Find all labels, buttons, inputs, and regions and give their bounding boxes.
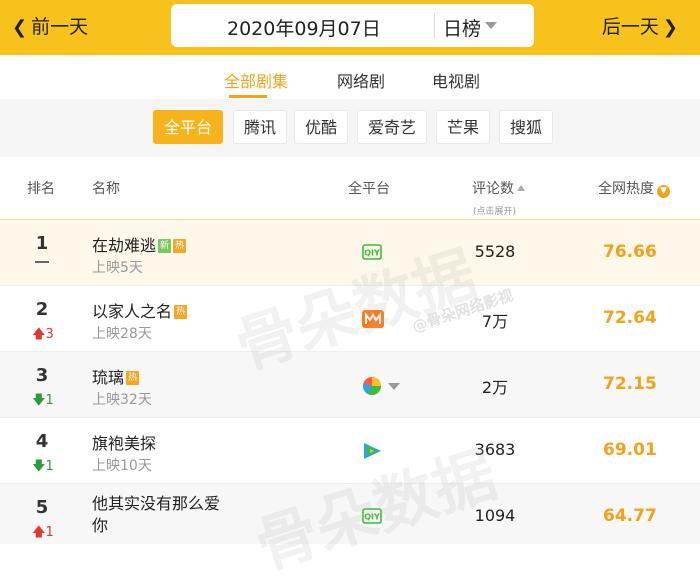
series-title[interactable]: 以家人之名热 <box>92 298 188 322</box>
heat-score: 72.64 <box>603 308 657 328</box>
table-header: 排名 名称 全平台 评论数 (点击展开) 全网热度 ▼ <box>0 157 700 219</box>
rank-change-value: 3 <box>45 327 54 342</box>
series-title[interactable]: 在劫难逃新热 <box>92 232 187 256</box>
iqiyi-icon: QIY <box>362 508 382 528</box>
tencent-video-icon <box>362 442 382 464</box>
mango-icon <box>362 310 384 332</box>
table-row[interactable]: 3 🡇1 琉璃热 上映32天 2万 72.15 <box>0 351 700 417</box>
divider <box>434 13 435 38</box>
tab-tv-series[interactable]: 电视剧 <box>432 68 480 92</box>
rank-change-value: 1 <box>45 525 54 540</box>
caret-down-icon[interactable] <box>485 22 497 29</box>
active-tab-indicator <box>229 95 267 98</box>
series-title-text: 琉璃 <box>92 368 125 387</box>
rank-change: 🡇1 <box>30 391 56 413</box>
iqiyi-icon: QIY <box>362 244 382 264</box>
rank-number: 3 <box>35 365 49 386</box>
comment-count: 5528 <box>474 242 516 261</box>
new-badge: 新 <box>158 239 172 253</box>
next-day-label: 后一天 <box>601 16 659 38</box>
rank-number: 4 <box>35 431 49 452</box>
sort-down-icon: ▼ <box>657 185 670 198</box>
comment-count: 7万 <box>481 312 509 331</box>
rank-change: 🡇1 <box>30 457 56 479</box>
platform-youku-chip[interactable]: 优酷 <box>294 110 349 144</box>
table-row[interactable]: 1 在劫难逃新热 上映5天 QIY 5528 76.66 <box>0 219 700 285</box>
tab-all-series[interactable]: 全部剧集 <box>224 68 288 92</box>
days-since-release: 上映28天 <box>92 326 152 342</box>
platform-iqiyi-chip[interactable]: 爱奇艺 <box>357 110 428 144</box>
header-comments-hint: (点击展开) <box>473 207 517 217</box>
rank-number: 2 <box>35 299 49 320</box>
days-since-release: 上映32天 <box>92 392 152 408</box>
comment-count: 1094 <box>474 506 516 525</box>
series-title-text: 在劫难逃 <box>92 236 157 255</box>
platform-sohu-chip[interactable]: 搜狐 <box>499 110 554 144</box>
sort-up-icon <box>517 185 525 191</box>
svg-text:QIY: QIY <box>364 513 380 522</box>
rank-unchanged-mark <box>35 261 49 263</box>
heat-score: 76.66 <box>603 242 657 262</box>
date-text: 2020年09月07日 <box>227 18 381 40</box>
platform-filter: 全平台 腾讯 优酷 爱奇艺 芒果 搜狐 <box>0 99 700 157</box>
series-title-text: 以家人之名 <box>92 302 173 321</box>
days-since-release: 上映5天 <box>92 260 143 276</box>
rank-change: 🡅3 <box>30 325 56 347</box>
series-title[interactable]: 旗袍美探 <box>92 430 156 454</box>
arrow-up-icon: 🡅 <box>32 525 46 540</box>
rank-number: 1 <box>35 233 49 254</box>
chevron-left-icon: ❮ <box>12 17 28 38</box>
table-row[interactable]: 5 🡅1 他其实没有那么爱你 QIY 1094 64.77 <box>0 483 700 544</box>
platform-tencent-chip[interactable]: 腾讯 <box>233 110 288 144</box>
prev-day-label: 前一天 <box>31 16 89 38</box>
header-platform[interactable]: 全平台 <box>348 178 390 198</box>
table-row[interactable]: 2 🡅3 以家人之名热 上映28天 7万 72.64 <box>0 285 700 351</box>
hot-badge: 热 <box>126 371 140 385</box>
series-title[interactable]: 琉璃热 <box>92 364 140 388</box>
svg-text:QIY: QIY <box>364 249 380 258</box>
hot-badge: 热 <box>173 239 187 253</box>
rank-change-value: 1 <box>45 393 54 408</box>
header-heat[interactable]: 全网热度 ▼ <box>598 178 670 198</box>
chevron-right-icon: ❯ <box>662 17 678 38</box>
header-comments-label: 评论数 <box>472 181 514 197</box>
heat-score: 64.77 <box>603 506 657 526</box>
arrow-down-icon: 🡇 <box>32 459 46 474</box>
rank-number: 5 <box>35 497 49 518</box>
platform-all-chip[interactable]: 全平台 <box>153 110 224 144</box>
comment-count: 2万 <box>481 378 509 397</box>
heat-score: 72.15 <box>603 374 657 394</box>
heat-score: 69.01 <box>603 440 657 460</box>
header-heat-label: 全网热度 <box>598 181 654 197</box>
category-tabs: 全部剧集 网络剧 电视剧 <box>0 55 700 99</box>
arrow-up-icon: 🡅 <box>32 327 46 342</box>
rank-change: 🡅1 <box>30 523 56 545</box>
prev-day-button[interactable]: ❮ 前一天 <box>12 12 88 42</box>
arrow-down-icon: 🡇 <box>32 393 46 408</box>
comment-count: 3683 <box>474 440 516 459</box>
tab-web-series[interactable]: 网络剧 <box>337 68 385 92</box>
period-select[interactable]: 日榜 <box>443 14 481 41</box>
header-name: 名称 <box>92 181 120 197</box>
platform-mango-chip[interactable]: 芒果 <box>436 110 491 144</box>
series-title[interactable]: 他其实没有那么爱你 <box>92 493 222 537</box>
rank-change-value: 1 <box>45 459 54 474</box>
date-bar: ❮ 前一天 2020年09月07日 日榜 后一天 ❯ <box>0 0 700 55</box>
header-rank: 排名 <box>27 181 55 197</box>
hot-badge: 热 <box>174 305 188 319</box>
days-since-release: 上映10天 <box>92 458 152 474</box>
table-row[interactable]: 4 🡇1 旗袍美探 上映10天 3683 69.01 <box>0 417 700 483</box>
header-comments[interactable]: 评论数 <box>472 178 525 198</box>
multi-platform-icon[interactable] <box>362 376 402 400</box>
next-day-button[interactable]: 后一天 ❯ <box>602 12 678 42</box>
date-selector[interactable]: 2020年09月07日 日榜 <box>171 4 534 47</box>
